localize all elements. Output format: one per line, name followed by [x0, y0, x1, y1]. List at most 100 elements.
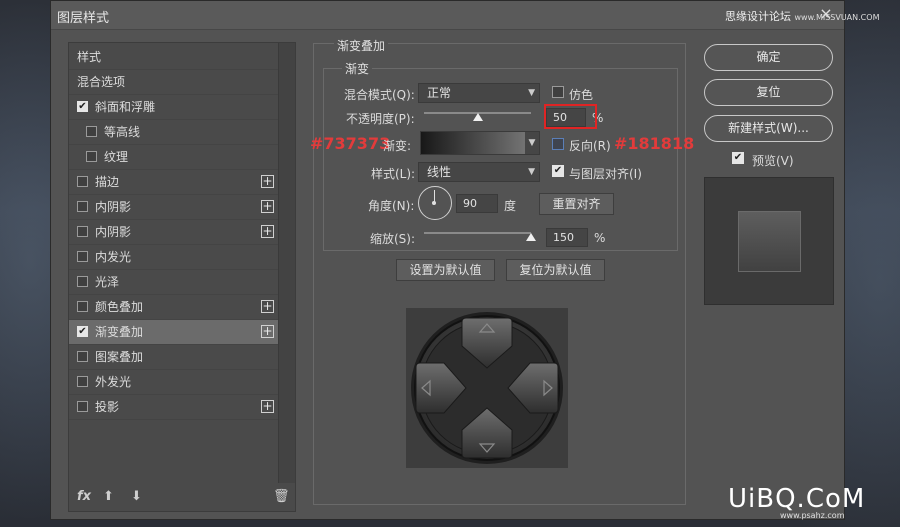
style-list-item[interactable]: 描边 + [69, 170, 279, 195]
style-list-checkbox[interactable] [77, 376, 88, 387]
align-with-layer-label: 与图层对齐(I) [569, 167, 642, 181]
style-list-toolbar: fx ⬆ ⬇ 🗑 [69, 485, 295, 511]
set-default-button[interactable]: 设置为默认值 [396, 259, 495, 281]
preview-label: 预览(V) [752, 154, 794, 168]
add-effect-icon[interactable]: + [261, 200, 274, 213]
style-list-checkbox[interactable]: ✔ [77, 326, 88, 337]
style-list-checkbox[interactable]: ✔ [77, 101, 88, 112]
style-list-label: 渐变叠加 [95, 325, 144, 339]
add-effect-icon[interactable]: + [261, 175, 274, 188]
fx-icon[interactable]: fx [77, 489, 91, 504]
add-effect-icon[interactable]: + [261, 225, 274, 238]
style-list-item[interactable]: 样式 [69, 45, 279, 70]
site-logo: UiBQ.CoM [728, 484, 866, 514]
angle-dial[interactable] [418, 186, 452, 220]
style-list-checkbox[interactable] [77, 276, 88, 287]
style-list-scrollbar[interactable] [278, 43, 295, 483]
chevron-down-icon[interactable]: ▼ [525, 132, 539, 154]
style-list-item[interactable]: 颜色叠加 + [69, 295, 279, 320]
new-style-button[interactable]: 新建样式(W)... [704, 115, 833, 142]
reverse-checkbox[interactable] [552, 138, 564, 150]
style-list-label: 图案叠加 [95, 350, 144, 364]
style-list-item[interactable]: 纹理 [69, 145, 279, 170]
style-list-label: 等高线 [104, 125, 141, 139]
style-list-checkbox[interactable] [86, 151, 97, 162]
style-select[interactable]: 线性 ▼ [418, 162, 540, 182]
style-list-checkbox[interactable] [77, 251, 88, 262]
arrow-up-icon[interactable]: ⬆ [103, 489, 114, 504]
add-effect-icon[interactable]: + [261, 325, 274, 338]
angle-dial-center [432, 201, 436, 205]
style-value: 线性 [427, 165, 452, 179]
add-effect-icon[interactable]: + [261, 300, 274, 313]
gradient-label: 渐变: [383, 139, 412, 153]
style-list-checkbox[interactable] [77, 176, 88, 187]
style-list-checkbox[interactable] [77, 401, 88, 412]
section-title: 渐变叠加 [334, 37, 389, 54]
scale-input[interactable]: 150 [546, 228, 588, 247]
style-list-checkbox[interactable] [86, 126, 97, 137]
dither-label: 仿色 [569, 88, 594, 102]
reverse-label: 反向(R) [569, 139, 611, 153]
dither-checkbox[interactable] [552, 86, 564, 98]
style-list-item[interactable]: 内发光 [69, 245, 279, 270]
style-label: 样式(L): [371, 167, 416, 181]
reset-alignment-button[interactable]: 重置对齐 [539, 193, 614, 215]
watermark-text: 思缘设计论坛 [725, 10, 791, 23]
style-list-checkbox[interactable] [77, 226, 88, 237]
opacity-label: 不透明度(P): [346, 112, 415, 126]
style-list-label: 斜面和浮雕 [95, 100, 156, 114]
style-list-checkbox[interactable] [77, 301, 88, 312]
scale-slider-thumb[interactable] [526, 233, 536, 241]
chevron-down-icon: ▼ [528, 88, 535, 98]
scale-label: 缩放(S): [370, 232, 416, 246]
style-list-checkbox[interactable] [77, 201, 88, 212]
style-list-panel: 样式混合选项 ✔ 斜面和浮雕等高线纹理描边 + 内阴影 + 内阴影 + 内发光光泽颜色叠加 + ✔ 渐… [68, 42, 296, 512]
angle-input[interactable]: 90 [456, 194, 498, 213]
preview-checkbox[interactable]: ✔ [732, 152, 744, 164]
style-list-label: 内发光 [95, 250, 132, 264]
site-url: www.psahz.com [780, 511, 845, 520]
watermark-url: www.MISSVUAN.COM [794, 13, 880, 22]
opacity-highlight-box [544, 104, 597, 129]
dpad-illustration [406, 308, 568, 468]
style-list-label: 颜色叠加 [95, 300, 144, 314]
blend-mode-select[interactable]: 正常 ▼ [418, 83, 540, 103]
arrow-down-icon[interactable]: ⬇ [131, 489, 142, 504]
angle-label: 角度(N): [368, 199, 415, 213]
style-list-label: 投影 [95, 400, 120, 414]
align-with-layer-checkbox[interactable]: ✔ [552, 165, 564, 177]
style-list-item[interactable]: 内阴影 + [69, 195, 279, 220]
ok-button[interactable]: 确定 [704, 44, 833, 71]
angle-unit: 度 [504, 199, 517, 213]
reset-button[interactable]: 复位 [704, 79, 833, 106]
gradient-preview[interactable] [421, 132, 525, 154]
style-list: 样式混合选项 ✔ 斜面和浮雕等高线纹理描边 + 内阴影 + 内阴影 + 内发光光泽颜色叠加 + ✔ 渐… [69, 45, 279, 420]
style-list-item[interactable]: ✔ 斜面和浮雕 [69, 95, 279, 120]
dialog-title: 图层样式 [57, 11, 110, 26]
artwork-image [406, 308, 568, 468]
style-list-item[interactable]: 等高线 [69, 120, 279, 145]
scale-slider-track[interactable] [424, 232, 531, 234]
style-preview-swatch [738, 211, 801, 272]
style-list-label: 混合选项 [77, 75, 126, 89]
style-list-item[interactable]: 光泽 [69, 270, 279, 295]
style-list-item[interactable]: 内阴影 + [69, 220, 279, 245]
style-list-item[interactable]: 混合选项 [69, 70, 279, 95]
style-list-label: 内阴影 [95, 200, 132, 214]
reset-default-button[interactable]: 复位为默认值 [506, 259, 605, 281]
style-list-checkbox[interactable] [77, 351, 88, 362]
style-list-item[interactable]: 图案叠加 [69, 345, 279, 370]
style-list-item[interactable]: ✔ 渐变叠加 + [69, 320, 279, 345]
gradient-picker[interactable]: ▼ [420, 131, 540, 155]
end-color-annotation: #181818 [614, 134, 695, 153]
style-list-item[interactable]: 外发光 [69, 370, 279, 395]
style-preview [704, 177, 834, 305]
opacity-slider-thumb[interactable] [472, 113, 483, 121]
add-effect-icon[interactable]: + [261, 400, 274, 413]
style-list-label: 纹理 [104, 150, 129, 164]
style-list-item[interactable]: 投影 + [69, 395, 279, 420]
style-list-label: 内阴影 [95, 225, 132, 239]
trash-icon[interactable]: 🗑 [273, 489, 290, 504]
chevron-down-icon: ▼ [528, 167, 535, 177]
